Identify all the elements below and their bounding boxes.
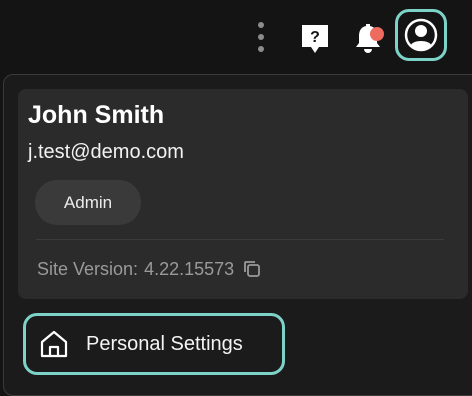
notification-badge [370,27,384,41]
help-icon[interactable]: ? [296,19,334,57]
divider [36,239,444,240]
home-icon [40,330,68,358]
site-version-label: Site Version: [37,258,139,279]
bell-icon [356,24,380,53]
personal-settings-button[interactable]: Personal Settings [23,313,285,375]
user-name: John Smith [28,101,165,129]
more-options-icon[interactable] [252,20,270,54]
account-button[interactable] [395,9,447,61]
top-bar: ? [0,0,472,76]
user-email: j.test@demo.com [28,141,184,163]
user-circle-icon [404,18,438,52]
copy-icon[interactable] [242,259,262,279]
svg-text:?: ? [310,29,320,46]
notifications-button[interactable] [350,18,390,58]
personal-settings-label: Personal Settings [86,332,243,355]
site-version-number: 4.22.15573 [144,258,235,279]
site-version: Site Version: 4.22.15573 [37,257,262,281]
role-badge: Admin [35,180,141,225]
